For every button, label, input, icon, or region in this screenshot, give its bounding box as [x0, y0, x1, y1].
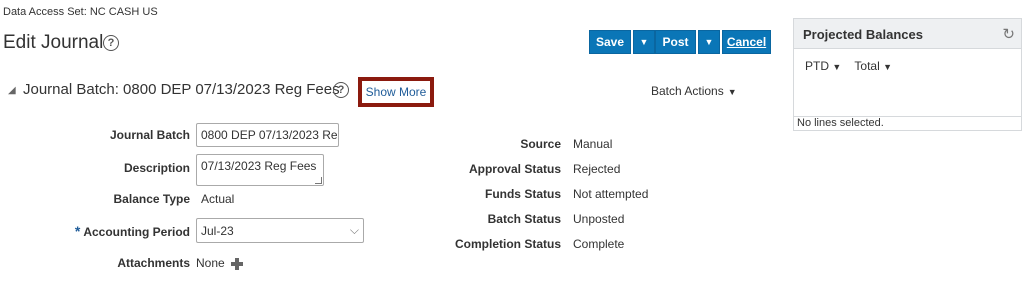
projected-balances-title: Projected Balances: [803, 27, 923, 42]
chevron-down-icon: ▼: [832, 62, 842, 72]
save-menu-dropdown-icon[interactable]: ▼: [633, 30, 655, 54]
total-filter-dropdown[interactable]: Total ▼: [854, 59, 892, 73]
ptd-filter-label: PTD: [805, 59, 829, 73]
cancel-button-label: Cancel: [726, 35, 767, 49]
batch-actions-label: Batch Actions: [651, 84, 724, 98]
post-button[interactable]: Post: [655, 30, 696, 54]
ptd-filter-dropdown[interactable]: PTD ▼: [805, 59, 841, 73]
page-title: Edit Journal: [3, 32, 104, 53]
data-access-set: Data Access Set: NC CASH US: [3, 6, 158, 18]
projected-balances-filters: PTD ▼ Total ▼: [805, 59, 902, 73]
source-value: Manual: [573, 137, 613, 151]
approval-status-value: Rejected: [573, 162, 621, 176]
batch-status-value: Unposted: [573, 212, 625, 226]
cancel-button[interactable]: Cancel: [722, 30, 771, 54]
projected-balances-header: Projected Balances ↻: [794, 19, 1021, 49]
post-menu-dropdown-icon[interactable]: ▼: [698, 30, 720, 54]
attachments-label: Attachments: [117, 256, 190, 270]
chevron-down-icon: ▼: [727, 87, 737, 97]
attachments-field: None: [196, 256, 244, 270]
show-more-highlight: Show More: [358, 77, 434, 107]
show-more-link[interactable]: Show More: [366, 85, 427, 99]
collapse-triangle-icon[interactable]: ◢: [8, 85, 16, 96]
journal-batch-header: Journal Batch: 0800 DEP 07/13/2023 Reg F…: [23, 81, 340, 98]
completion-status-value: Complete: [573, 237, 625, 251]
completion-status-label: Completion Status: [454, 237, 561, 251]
attachments-value: None: [196, 256, 225, 270]
help-icon[interactable]: ?: [103, 35, 119, 51]
save-button-group: Save ▼: [589, 30, 655, 54]
funds-status-label: Funds Status: [484, 187, 561, 201]
approval-status-label: Approval Status: [468, 162, 561, 176]
no-lines-selected-message: No lines selected.: [794, 116, 1021, 131]
funds-status-value: Not attempted: [573, 187, 649, 201]
batch-actions-menu[interactable]: Batch Actions ▼: [651, 84, 737, 98]
resize-grip-icon[interactable]: [315, 177, 322, 184]
projected-balances-panel: Projected Balances ↻ PTD ▼ Total ▼ No li…: [793, 18, 1022, 131]
save-button[interactable]: Save: [589, 30, 631, 54]
batch-status-label: Batch Status: [487, 212, 561, 226]
add-attachment-plus-icon[interactable]: [231, 257, 244, 270]
source-label: Source: [520, 137, 561, 151]
post-button-group: Post ▼: [655, 30, 720, 54]
refresh-icon[interactable]: ↻: [1002, 25, 1015, 43]
batch-help-icon[interactable]: ?: [333, 82, 349, 98]
chevron-down-icon: ▼: [883, 62, 893, 72]
total-filter-label: Total: [854, 59, 880, 73]
